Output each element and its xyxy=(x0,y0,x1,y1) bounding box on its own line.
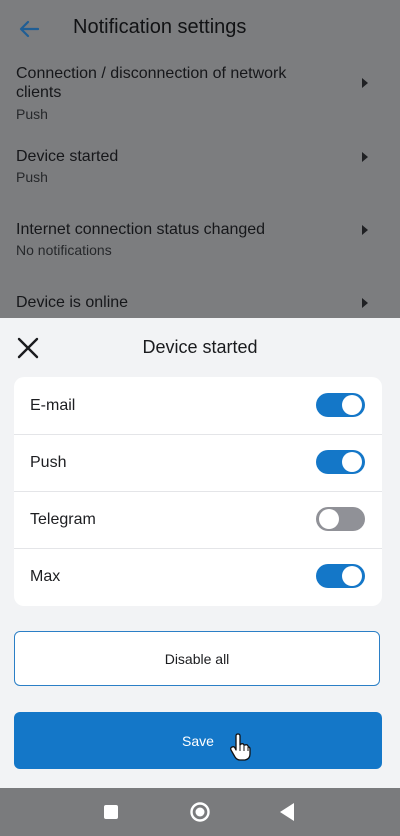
telegram-toggle[interactable] xyxy=(316,507,365,531)
disable-all-button[interactable]: Disable all xyxy=(14,631,380,686)
circle-icon[interactable] xyxy=(189,801,211,823)
settings-item-value: Push xyxy=(16,169,48,185)
option-label: Max xyxy=(30,568,61,585)
settings-item-device-online[interactable]: Device is online xyxy=(0,293,400,317)
settings-item-device-started[interactable]: Device started Push xyxy=(0,147,400,191)
option-row-telegram: Telegram xyxy=(14,491,382,549)
chevron-right-icon xyxy=(362,225,368,235)
settings-item-value: No notifications xyxy=(16,242,112,258)
toggle-knob xyxy=(319,509,339,529)
app-header: Notification settings xyxy=(0,0,400,58)
screen: Notification settings Connection / disco… xyxy=(0,0,400,836)
hand-cursor-icon xyxy=(230,733,251,761)
bottom-sheet: Device started E-mail Push Telegram Max … xyxy=(0,318,400,788)
back-button[interactable] xyxy=(14,14,44,44)
chevron-right-icon xyxy=(362,152,368,162)
notification-settings-page: Notification settings Connection / disco… xyxy=(0,0,400,320)
save-button[interactable]: Save xyxy=(14,712,382,769)
option-row-max: Max xyxy=(14,548,382,605)
settings-item-title: Connection / disconnection of network cl… xyxy=(16,65,287,101)
push-toggle[interactable] xyxy=(316,450,365,474)
option-label: Telegram xyxy=(30,511,96,528)
chevron-right-icon xyxy=(362,298,368,308)
chevron-right-icon xyxy=(362,78,368,88)
option-row-email: E-mail xyxy=(14,377,382,435)
settings-item-title: Internet connection status changed xyxy=(16,221,266,238)
channel-options-card: E-mail Push Telegram Max xyxy=(14,377,382,606)
arrow-left-icon xyxy=(19,20,39,38)
triangle-back-icon[interactable] xyxy=(280,803,294,821)
page-title: Notification settings xyxy=(73,16,247,38)
settings-item-network-clients[interactable]: Connection / disconnection of network cl… xyxy=(0,64,400,128)
settings-item-internet-status[interactable]: Internet connection status changed No no… xyxy=(0,220,400,264)
square-icon[interactable] xyxy=(104,805,118,819)
email-toggle[interactable] xyxy=(316,393,365,417)
option-label: Push xyxy=(30,454,67,471)
system-nav-bar xyxy=(0,788,400,836)
toggle-knob xyxy=(342,452,362,472)
option-label: E-mail xyxy=(30,397,76,414)
settings-item-title: Device is online xyxy=(16,294,129,311)
sheet-title: Device started xyxy=(142,337,258,357)
option-row-push: Push xyxy=(14,434,382,492)
settings-item-value: Push xyxy=(16,106,48,122)
toggle-knob xyxy=(342,566,362,586)
toggle-knob xyxy=(342,395,362,415)
max-toggle[interactable] xyxy=(316,564,365,588)
settings-item-title: Device started xyxy=(16,148,119,165)
